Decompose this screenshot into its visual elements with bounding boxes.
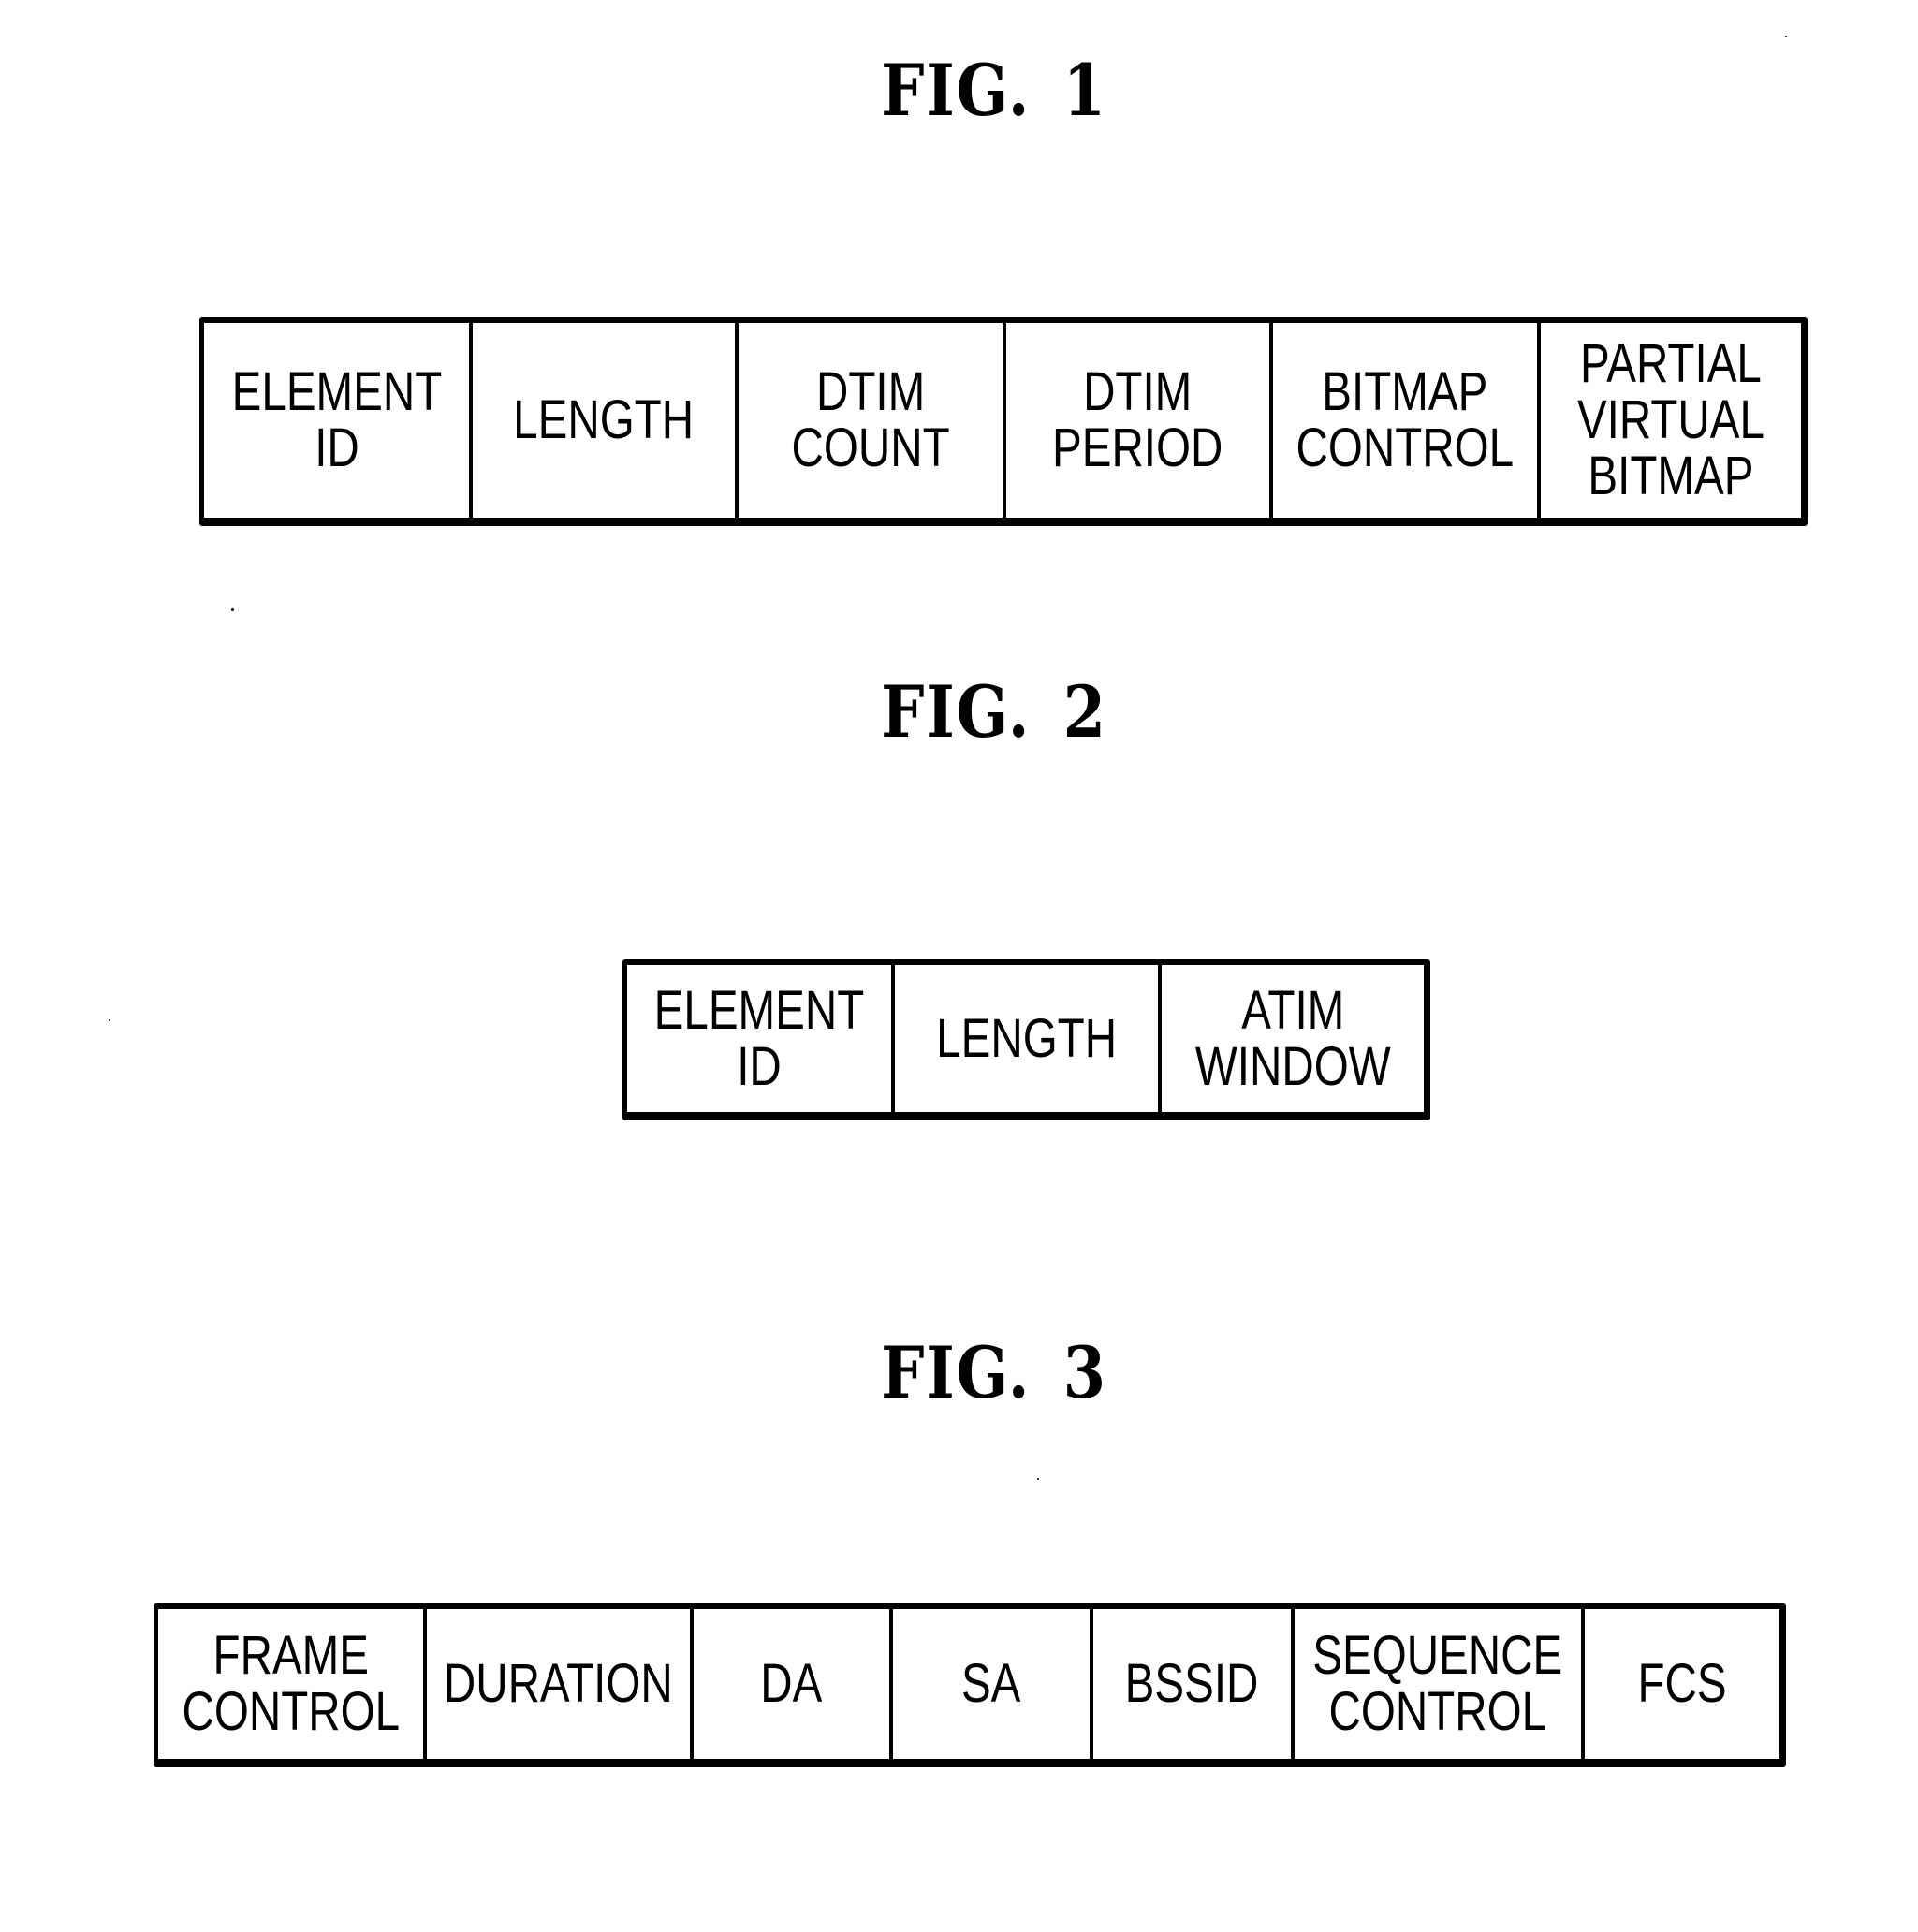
field-label: BITMAP CONTROL (1296, 361, 1515, 478)
field-label: ATIM WINDOW (1194, 979, 1391, 1097)
field-label: LENGTH (936, 1007, 1117, 1069)
field-label: SA (961, 1653, 1021, 1714)
field-dtim-count: DTIM COUNT (739, 323, 1006, 518)
field-label: BSSID (1125, 1653, 1259, 1714)
fig-1-title-prefix: FIG. (881, 49, 1032, 132)
field-frame-control: FRAME CONTROL (158, 1609, 427, 1759)
field-duration: DURATION (427, 1609, 694, 1759)
scan-speck (109, 1019, 110, 1021)
fig-1-element-format: ELEMENT ID LENGTH DTIM COUNT DTIM PERIOD… (199, 317, 1808, 526)
field-label: DTIM PERIOD (1052, 361, 1223, 478)
fig-3-frame-format: FRAME CONTROL DURATION DA SA BSSID SEQUE… (154, 1603, 1786, 1767)
fig-2-title-number: 2 (1062, 670, 1107, 754)
fig-1-title: FIG. 1 (139, 49, 1850, 132)
field-label: DTIM COUNT (791, 361, 950, 478)
scan-speck (231, 608, 234, 611)
field-da: DA (694, 1609, 893, 1759)
fig-1-title-number: 1 (1062, 49, 1107, 132)
fig-2-title-prefix: FIG. (881, 670, 1032, 754)
field-sequence-control: SEQUENCE CONTROL (1295, 1609, 1585, 1759)
fig-3-title-prefix: FIG. (881, 1331, 1032, 1414)
fig-3-title: FIG. 3 (139, 1331, 1850, 1414)
field-label: ELEMENT ID (653, 979, 865, 1097)
field-label: PARTIAL VIRTUAL BITMAP (1576, 333, 1765, 506)
fig-2-element-format: ELEMENT ID LENGTH ATIM WINDOW (622, 959, 1430, 1120)
field-dtim-period: DTIM PERIOD (1006, 323, 1273, 518)
field-label: FCS (1637, 1653, 1727, 1714)
field-fcs: FCS (1585, 1609, 1779, 1759)
scan-speck (1037, 1478, 1039, 1480)
field-atim-window: ATIM WINDOW (1162, 965, 1424, 1112)
field-bitmap-control: BITMAP CONTROL (1273, 323, 1541, 518)
field-label: DURATION (444, 1653, 673, 1714)
field-length: LENGTH (895, 965, 1162, 1112)
field-label: SEQUENCE CONTROL (1312, 1625, 1563, 1742)
field-bssid: BSSID (1093, 1609, 1295, 1759)
field-element-id: ELEMENT ID (204, 323, 473, 518)
field-label: LENGTH (513, 389, 695, 450)
fig-3-title-number: 3 (1062, 1331, 1107, 1414)
field-element-id: ELEMENT ID (627, 965, 895, 1112)
field-partial-virtual-bitmap: PARTIAL VIRTUAL BITMAP (1541, 323, 1801, 518)
field-label: FRAME CONTROL (182, 1625, 400, 1742)
field-sa: SA (893, 1609, 1093, 1759)
field-label: ELEMENT ID (231, 361, 442, 478)
fig-2-title: FIG. 2 (139, 670, 1850, 754)
field-label: DA (760, 1653, 823, 1714)
scan-speck (1785, 36, 1787, 37)
field-length: LENGTH (473, 323, 739, 518)
